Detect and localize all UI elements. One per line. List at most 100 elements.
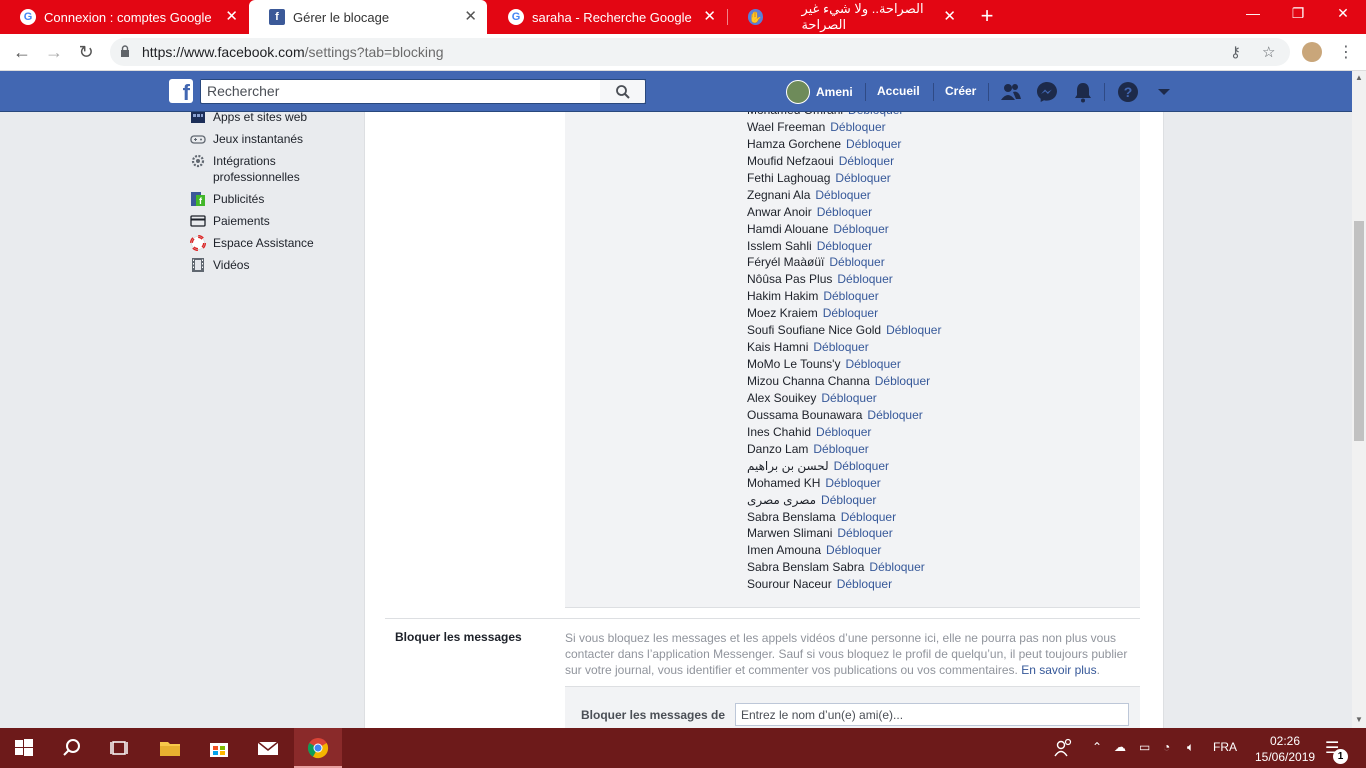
unblock-link[interactable]: Débloquer (846, 137, 901, 151)
unblock-link[interactable]: Débloquer (830, 120, 885, 134)
key-icon[interactable]: ⚷ (1230, 43, 1241, 61)
unblock-link[interactable]: Débloquer (833, 222, 888, 236)
fb-home-link[interactable]: Accueil (877, 84, 920, 98)
blocked-user-row: Mohamed KH Débloquer (747, 475, 941, 492)
friend-requests-icon[interactable] (999, 80, 1023, 104)
gamepad-icon (190, 135, 206, 144)
clock[interactable]: 02:26 15/06/2019 (1255, 733, 1315, 765)
unblock-link[interactable]: Débloquer (817, 239, 872, 253)
unblock-link[interactable]: Débloquer (813, 340, 868, 354)
battery-icon[interactable]: ▭ (1139, 740, 1150, 754)
unblock-link[interactable]: Débloquer (817, 205, 872, 219)
fb-search-button[interactable] (600, 79, 646, 104)
learn-more-link[interactable]: En savoir plus (1021, 663, 1096, 677)
unblock-link[interactable]: Débloquer (826, 543, 881, 557)
unblock-link[interactable]: Débloquer (823, 289, 878, 303)
block-messages-input[interactable] (735, 703, 1129, 726)
google-icon: G (20, 9, 36, 25)
divider (933, 83, 934, 101)
address-bar[interactable]: https://www.facebook.com/settings?tab=bl… (110, 38, 1290, 66)
unblock-link[interactable]: Débloquer (835, 171, 890, 185)
unblock-link[interactable]: Débloquer (816, 425, 871, 439)
tab-sarahah[interactable]: ✋ الصراحة.. ولا شيء غير الصراحة ✕ (728, 0, 966, 34)
star-icon[interactable]: ☆ (1262, 43, 1275, 61)
unblock-link[interactable]: Débloquer (848, 112, 903, 117)
notifications-icon[interactable] (1071, 80, 1095, 104)
sidebar-item-payments[interactable]: Paiements (190, 213, 360, 229)
sidebar-item-videos[interactable]: Vidéos (190, 257, 360, 273)
fb-profile-link[interactable]: Ameni (786, 80, 853, 104)
restore-icon[interactable]: ❐ (1288, 5, 1308, 22)
forward-icon[interactable]: → (42, 41, 66, 63)
fb-search-input[interactable] (201, 80, 591, 102)
windows-start-icon[interactable] (12, 736, 36, 760)
close-tab-icon[interactable]: ✕ (225, 9, 238, 25)
unblock-link[interactable]: Débloquer (825, 476, 880, 490)
back-icon[interactable]: ← (10, 41, 34, 63)
mail-icon[interactable] (256, 736, 280, 760)
unblock-link[interactable]: Débloquer (869, 560, 924, 574)
unblock-link[interactable]: Débloquer (815, 188, 870, 202)
close-tab-icon[interactable]: ✕ (464, 9, 477, 25)
ads-icon: f (191, 192, 205, 206)
unblock-link[interactable]: Débloquer (841, 510, 896, 524)
page-scrollbar[interactable]: ▲ ▼ (1352, 71, 1366, 728)
sidebar-item-support-inbox[interactable]: Espace Assistance (190, 235, 360, 251)
reload-icon[interactable]: ↻ (74, 41, 98, 63)
unblock-link[interactable]: Débloquer (886, 323, 941, 337)
unblock-link[interactable]: Débloquer (839, 154, 894, 168)
scroll-down-icon[interactable]: ▼ (1355, 715, 1363, 724)
new-tab-button[interactable]: + (976, 5, 998, 27)
scroll-up-icon[interactable]: ▲ (1355, 73, 1363, 82)
settings-content: Mohamed Omrani Débloquer Wael Freeman Déblo… (364, 112, 1164, 728)
facebook-logo[interactable]: f (169, 79, 193, 103)
sidebar-item-label: Publicités (213, 192, 265, 206)
unblock-link[interactable]: Débloquer (823, 306, 878, 320)
unblock-link[interactable]: Débloquer (813, 442, 868, 456)
tab-manage-blocking[interactable]: f Gérer le blocage ✕ (249, 0, 487, 34)
profile-avatar[interactable] (1302, 42, 1322, 62)
search-icon[interactable] (60, 736, 84, 760)
fb-create-link[interactable]: Créer (945, 84, 976, 98)
unblock-link[interactable]: Débloquer (875, 374, 930, 388)
unblock-link[interactable]: Débloquer (821, 391, 876, 405)
wifi-icon[interactable]: ◔ (1163, 740, 1170, 754)
sidebar-item-business-integrations[interactable]: Intégrations professionnelles (190, 153, 360, 185)
file-explorer-icon[interactable] (158, 736, 182, 760)
unblock-link[interactable]: Débloquer (867, 408, 922, 422)
chevron-down-icon[interactable] (1152, 80, 1176, 104)
close-tab-icon[interactable]: ✕ (703, 9, 716, 25)
chrome-icon[interactable] (306, 736, 330, 760)
unblock-link[interactable]: Débloquer (829, 255, 884, 269)
block-messages-form: Bloquer les messages de (565, 686, 1140, 728)
messenger-icon[interactable] (1035, 80, 1059, 104)
unblock-link[interactable]: Débloquer (821, 493, 876, 507)
people-icon[interactable] (1052, 736, 1076, 760)
sidebar-item-apps[interactable]: Apps et sites web (190, 112, 360, 125)
language-indicator[interactable]: FRA (1213, 740, 1237, 754)
unblock-link[interactable]: Débloquer (834, 459, 889, 473)
sidebar-item-instant-games[interactable]: Jeux instantanés (190, 131, 360, 147)
volume-icon[interactable]: 🔈︎ (1187, 740, 1194, 755)
sidebar-item-ads[interactable]: f Publicités (190, 191, 360, 207)
unblock-link[interactable]: Débloquer (837, 577, 892, 591)
blocked-user-row: لحسن بن براهيم Débloquer (747, 458, 941, 475)
unblock-link[interactable]: Débloquer (837, 272, 892, 286)
task-view-icon[interactable] (108, 736, 132, 760)
unblock-link[interactable]: Débloquer (837, 526, 892, 540)
tab-saraha-search[interactable]: G saraha - Recherche Google ✕ (488, 0, 726, 34)
help-icon[interactable]: ? (1116, 80, 1140, 104)
close-tab-icon[interactable]: ✕ (943, 9, 956, 25)
windows-taskbar: ⌃ ☁ ▭ ◔ 🔈︎ FRA 02:26 15/06/2019 ☰ 1 (0, 728, 1366, 768)
blocked-user-name: Moez Kraiem (747, 306, 818, 321)
tab-google-login[interactable]: G Connexion : comptes Google ✕ (0, 0, 248, 34)
close-window-icon[interactable]: ✕ (1333, 5, 1353, 22)
blocked-user-name: Marwen Slimani (747, 526, 833, 541)
unblock-link[interactable]: Débloquer (845, 357, 900, 371)
menu-icon[interactable]: ⋮ (1338, 42, 1354, 62)
tray-chevron-icon[interactable]: ⌃ (1092, 740, 1102, 754)
scrollbar-thumb[interactable] (1354, 221, 1364, 441)
onedrive-icon[interactable]: ☁ (1114, 740, 1126, 754)
minimize-icon[interactable]: — (1243, 5, 1263, 21)
store-icon[interactable] (207, 736, 231, 760)
